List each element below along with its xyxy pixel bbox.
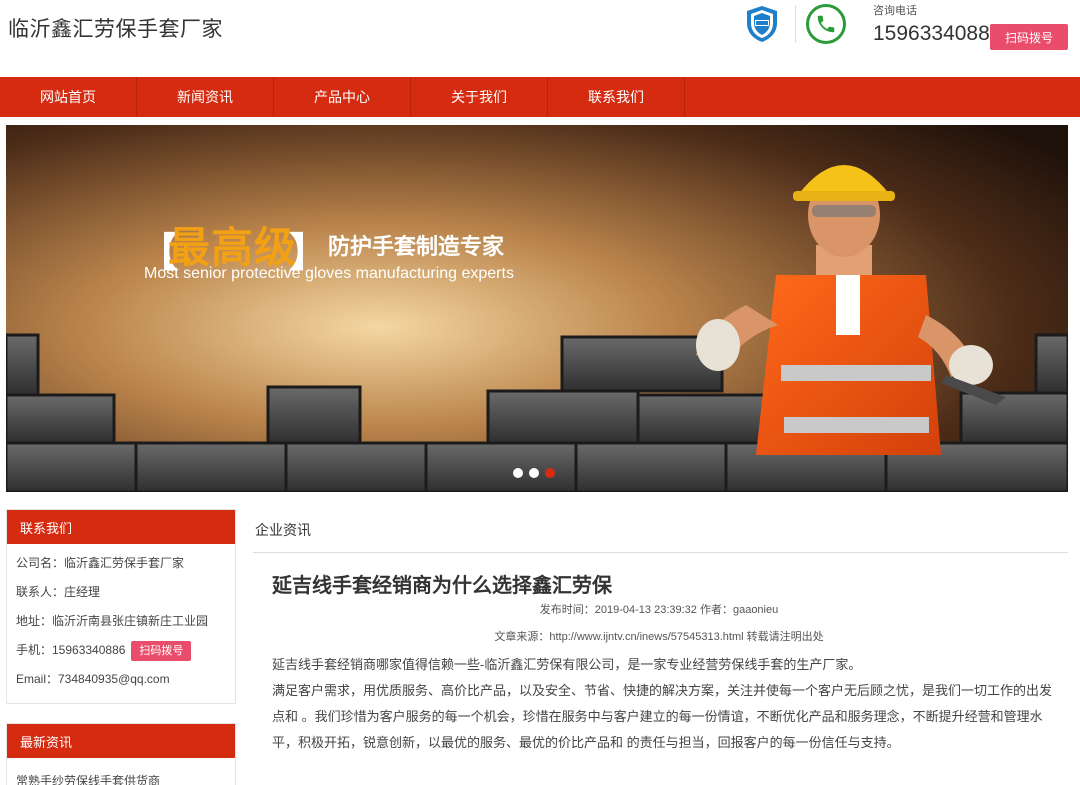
- article-paragraph: 延吉线手套经销商哪家值得信赖一些-临沂鑫汇劳保有限公司，是一家专业经营劳保线手套…: [272, 657, 862, 672]
- contact-person: 联系人：庄经理: [16, 585, 101, 599]
- banner-tagline-en: Most senior protective gloves manufactur…: [144, 265, 514, 282]
- nav-item-news[interactable]: 新闻资讯: [137, 77, 274, 117]
- sidebar-contact-box: 联系我们 公司名：临沂鑫汇劳保手套厂家 联系人：庄经理 地址：临沂沂南县张庄镇新…: [6, 509, 236, 704]
- hero-banner[interactable]: 【 最高级 】 防护手套制造专家 Most senior protective …: [6, 125, 1068, 492]
- news-list-item[interactable]: 常熟手纱劳保线手套供货商: [16, 770, 235, 785]
- site-title[interactable]: 临沂鑫汇劳保手套厂家: [8, 13, 223, 43]
- sidebar-news-box: 最新资讯 常熟手纱劳保线手套供货商: [6, 723, 236, 785]
- sidebar-contact-title: 联系我们: [7, 510, 235, 544]
- nav-item-about[interactable]: 关于我们: [411, 77, 548, 117]
- banner-image: [6, 125, 1068, 492]
- main-nav: 网站首页 新闻资讯 产品中心 关于我们 联系我们: [0, 77, 1080, 117]
- article-paragraph: 满足客户需求，用优质服务、高价比产品，以及安全、节省、快捷的解决方案，关注并使每…: [272, 683, 1053, 750]
- contact-address: 地址：临沂沂南县张庄镇新庄工业园: [16, 614, 209, 628]
- slider-dot[interactable]: [513, 468, 523, 478]
- article-meta-time: 发布时间：2019-04-13 23:39:32 作者：gaaonieu: [539, 604, 779, 616]
- contact-email[interactable]: Email：734840935@qq.com: [16, 668, 235, 697]
- slider-dots: [513, 468, 555, 478]
- nav-item-products[interactable]: 产品中心: [274, 77, 411, 117]
- hotline-number[interactable]: 15963340886: [873, 22, 1001, 46]
- slider-dot[interactable]: [529, 468, 539, 478]
- sidebar-news-title: 最新资讯: [7, 724, 235, 758]
- contact-mobile-row: 手机：15963340886 扫码拨号: [16, 639, 235, 668]
- contact-company: 公司名：临沂鑫汇劳保手套厂家: [16, 556, 185, 570]
- header-divider: [795, 5, 796, 43]
- breadcrumb-divider: [253, 552, 1068, 553]
- article-body: 延吉线手套经销商哪家值得信赖一些-临沂鑫汇劳保有限公司，是一家专业经营劳保线手套…: [272, 652, 1062, 756]
- contact-mobile: 手机：15963340886: [16, 643, 126, 657]
- article-title: 延吉线手套经销商为什么选择鑫汇劳保: [272, 573, 612, 597]
- phone-icon: [806, 4, 846, 44]
- scan-dial-button[interactable]: 扫码拨号: [990, 24, 1068, 50]
- banner-tagline: 防护手套制造专家: [328, 235, 505, 260]
- article-meta-source: 文章来源：http://www.ijntv.cn/inews/57545313.…: [494, 631, 824, 643]
- hotline-label: 咨询电话: [873, 5, 917, 17]
- site-header: 临沂鑫汇劳保手套厂家 咨询电话 15963340886 扫码拨号: [0, 0, 1080, 76]
- sidebar-scan-dial-button[interactable]: 扫码拨号: [131, 640, 192, 661]
- nav-item-home[interactable]: 网站首页: [0, 77, 137, 117]
- nav-item-contact[interactable]: 联系我们: [548, 77, 685, 117]
- breadcrumb[interactable]: 企业资讯: [255, 520, 311, 540]
- slider-dot-active[interactable]: [545, 468, 555, 478]
- integrity-shield-icon: [747, 6, 777, 42]
